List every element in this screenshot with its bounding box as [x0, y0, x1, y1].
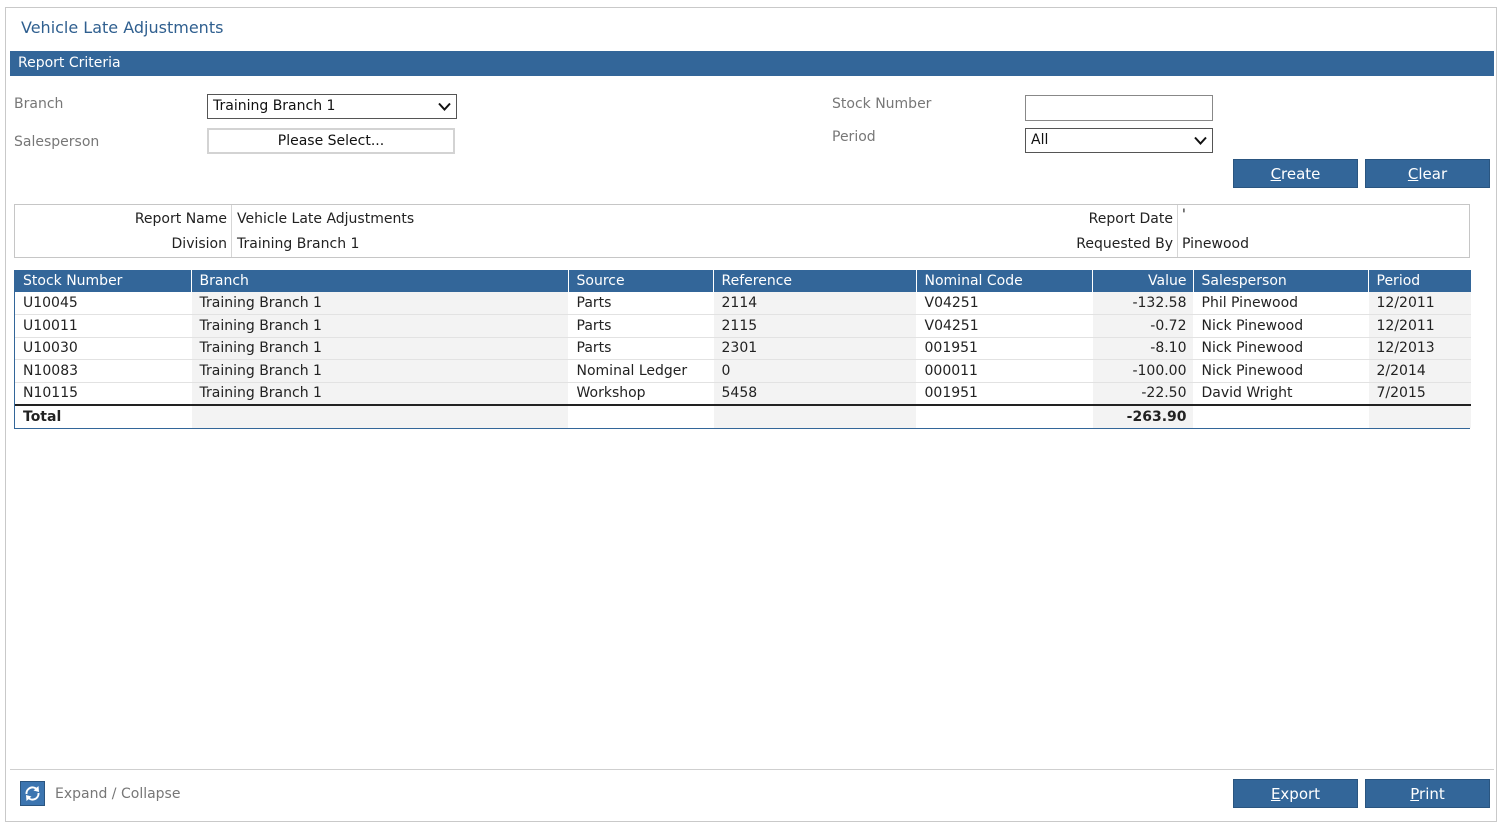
cell-period: 7/2015	[1368, 382, 1471, 406]
column-header-source[interactable]: Source	[568, 270, 714, 292]
cell-stock-number: U10030	[15, 337, 192, 361]
column-header-nominal-code[interactable]: Nominal Code	[916, 270, 1093, 292]
cell-stock-number: N10083	[15, 359, 192, 383]
report-criteria-header: Report Criteria	[10, 51, 1494, 76]
clear-button[interactable]: Clear	[1365, 159, 1490, 188]
cell-reference: 2115	[713, 314, 917, 338]
table-row[interactable]: U10030 Training Branch 1 Parts 2301 0019…	[15, 337, 1471, 361]
cell-value: -100.00	[1092, 359, 1194, 383]
cell-value: -8.10	[1092, 337, 1194, 361]
total-cell-empty	[568, 403, 714, 428]
report-date-value: '	[1182, 207, 1186, 223]
refresh-icon[interactable]	[20, 781, 45, 806]
cell-branch: Training Branch 1	[191, 314, 569, 338]
total-cell-empty	[1368, 403, 1471, 428]
page-title: Vehicle Late Adjustments	[21, 18, 224, 37]
table-row[interactable]: U10011 Training Branch 1 Parts 2115 V042…	[15, 314, 1471, 338]
column-header-stock-number[interactable]: Stock Number	[15, 270, 192, 292]
cell-salesperson: Nick Pinewood	[1193, 359, 1369, 383]
cell-period: 2/2014	[1368, 359, 1471, 383]
cell-salesperson: Nick Pinewood	[1193, 314, 1369, 338]
cell-nominal-code: 000011	[916, 359, 1093, 383]
cell-period: 12/2013	[1368, 337, 1471, 361]
cell-salesperson: David Wright	[1193, 382, 1369, 406]
cell-source: Nominal Ledger	[568, 359, 714, 383]
report-name-label: Report Name	[134, 211, 227, 227]
grid-header-row: Stock Number Branch Source Reference Nom…	[15, 270, 1471, 292]
cell-value: -22.50	[1092, 382, 1194, 406]
column-header-period[interactable]: Period	[1368, 270, 1471, 292]
cell-source: Workshop	[568, 382, 714, 406]
cell-salesperson: Phil Pinewood	[1193, 292, 1369, 316]
refresh-icon-glyph	[25, 786, 40, 801]
column-header-salesperson[interactable]: Salesperson	[1193, 270, 1369, 292]
branch-label: Branch	[14, 96, 64, 112]
total-cell-empty	[713, 403, 917, 428]
chevron-down-icon	[438, 102, 451, 111]
cell-period: 12/2011	[1368, 314, 1471, 338]
total-value: -263.90	[1092, 403, 1194, 428]
create-button[interactable]: Create	[1233, 159, 1358, 188]
report-grid: Stock Number Branch Source Reference Nom…	[14, 270, 1471, 429]
report-date-label: Report Date	[1088, 211, 1173, 227]
stock-number-label: Stock Number	[832, 96, 932, 112]
cell-nominal-code: V04251	[916, 314, 1093, 338]
divider	[1177, 205, 1178, 257]
cell-reference: 0	[713, 359, 917, 383]
salesperson-select-button[interactable]: Please Select...	[207, 128, 455, 154]
column-header-reference[interactable]: Reference	[713, 270, 917, 292]
report-info-box: Report Name Vehicle Late Adjustments Div…	[14, 204, 1470, 258]
total-cell-empty	[191, 403, 569, 428]
division-value: Training Branch 1	[237, 236, 360, 252]
cell-branch: Training Branch 1	[191, 359, 569, 383]
requested-by-label: Requested By	[1076, 236, 1173, 252]
cell-period: 12/2011	[1368, 292, 1471, 316]
cell-stock-number: N10115	[15, 382, 192, 406]
print-button[interactable]: Print	[1365, 779, 1490, 808]
chevron-down-icon	[1194, 136, 1207, 145]
cell-nominal-code: 001951	[916, 382, 1093, 406]
cell-reference: 2114	[713, 292, 917, 316]
cell-reference: 5458	[713, 382, 917, 406]
period-select[interactable]: All	[1025, 128, 1213, 153]
expand-collapse-link[interactable]: Expand / Collapse	[55, 786, 180, 802]
cell-branch: Training Branch 1	[191, 292, 569, 316]
cell-source: Parts	[568, 292, 714, 316]
period-label: Period	[832, 129, 876, 145]
export-button[interactable]: Export	[1233, 779, 1358, 808]
column-header-branch[interactable]: Branch	[191, 270, 569, 292]
cell-stock-number: U10011	[15, 314, 192, 338]
branch-select-value: Training Branch 1	[213, 98, 336, 114]
table-row[interactable]: N10115 Training Branch 1 Workshop 5458 0…	[15, 382, 1471, 406]
report-name-value: Vehicle Late Adjustments	[237, 211, 415, 227]
stock-number-input[interactable]	[1025, 95, 1213, 121]
cell-salesperson: Nick Pinewood	[1193, 337, 1369, 361]
requested-by-value: Pinewood	[1182, 236, 1249, 252]
cell-value: -0.72	[1092, 314, 1194, 338]
table-row[interactable]: U10045 Training Branch 1 Parts 2114 V042…	[15, 292, 1471, 316]
table-row[interactable]: N10083 Training Branch 1 Nominal Ledger …	[15, 359, 1471, 383]
cell-nominal-code: 001951	[916, 337, 1093, 361]
cell-nominal-code: V04251	[916, 292, 1093, 316]
cell-stock-number: U10045	[15, 292, 192, 316]
division-label: Division	[171, 236, 227, 252]
divider	[231, 205, 232, 257]
cell-value: -132.58	[1092, 292, 1194, 316]
cell-branch: Training Branch 1	[191, 382, 569, 406]
cell-reference: 2301	[713, 337, 917, 361]
total-label: Total	[15, 403, 192, 428]
period-select-value: All	[1031, 132, 1049, 148]
footer-divider	[10, 769, 1494, 770]
cell-source: Parts	[568, 337, 714, 361]
total-cell-empty	[1193, 403, 1369, 428]
total-cell-empty	[916, 403, 1093, 428]
branch-select[interactable]: Training Branch 1	[207, 94, 457, 119]
column-header-value[interactable]: Value	[1092, 270, 1194, 292]
cell-source: Parts	[568, 314, 714, 338]
salesperson-label: Salesperson	[14, 134, 100, 150]
total-row: Total -263.90	[15, 403, 1471, 428]
cell-branch: Training Branch 1	[191, 337, 569, 361]
